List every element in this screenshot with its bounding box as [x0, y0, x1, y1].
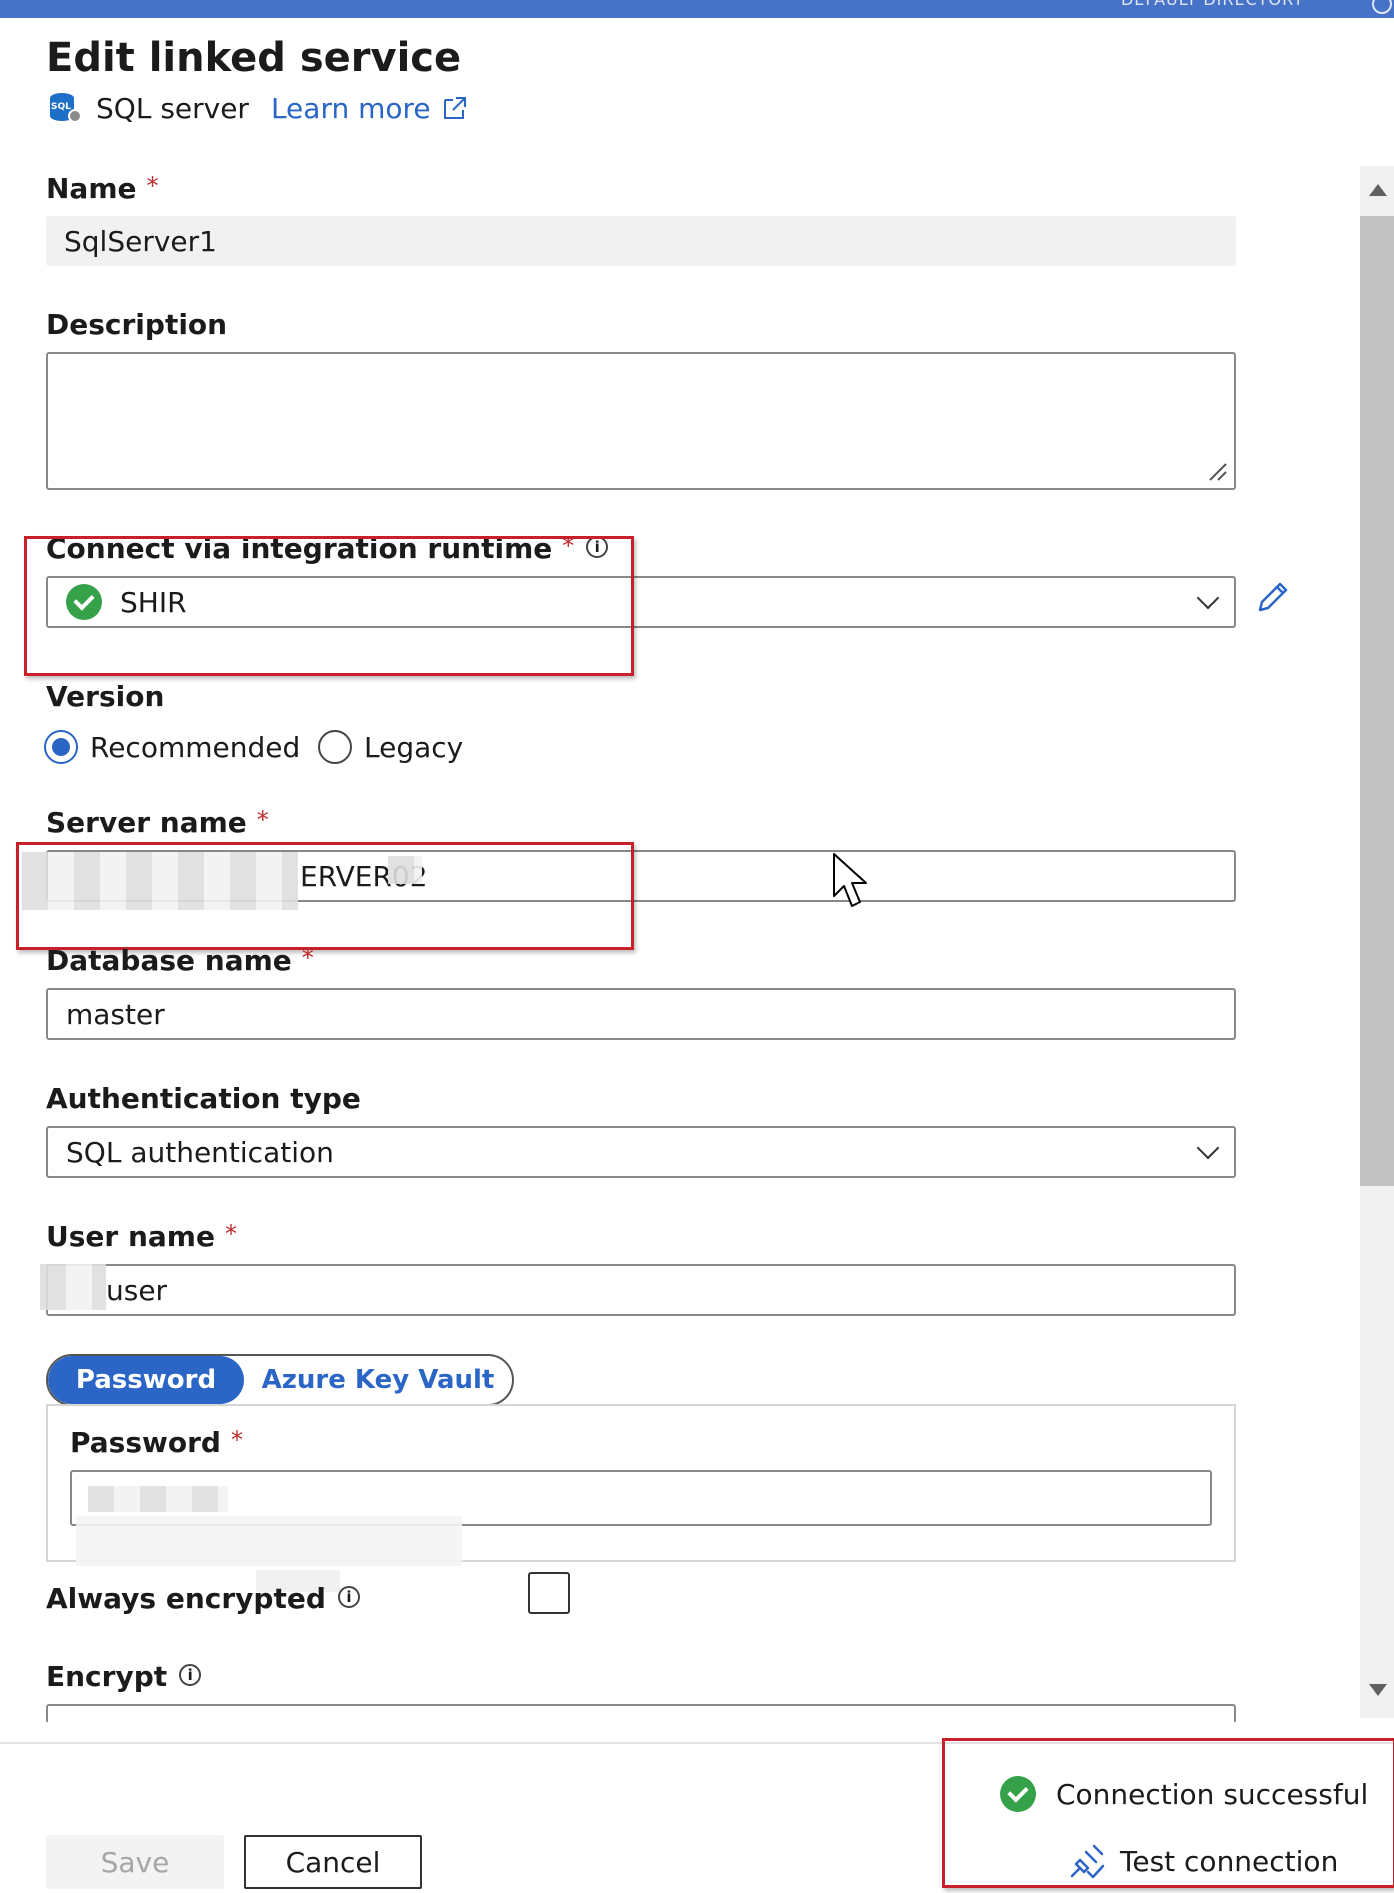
chevron-down-icon	[1196, 1136, 1220, 1160]
service-type-label: SQL server	[96, 91, 249, 125]
radio-recommended[interactable]: Recommended	[44, 730, 300, 764]
learn-more-label: Learn more	[270, 91, 431, 125]
highlight-server-name	[16, 842, 634, 950]
learn-more-link[interactable]: Learn more	[271, 92, 469, 125]
user-name-value: user	[106, 1273, 168, 1307]
user-name-label: User name *	[46, 1220, 237, 1253]
authentication-type-label: Authentication type	[46, 1082, 361, 1115]
database-name-input[interactable]: master	[46, 988, 1236, 1040]
always-encrypted-checkbox[interactable]	[528, 1572, 570, 1614]
scroll-up-icon[interactable]	[1369, 184, 1387, 196]
chevron-down-icon	[1196, 586, 1220, 610]
account-icon	[1372, 0, 1392, 14]
external-link-icon	[443, 97, 466, 119]
cancel-button[interactable]: Cancel	[244, 1835, 422, 1889]
redacted-area	[88, 1486, 228, 1512]
authentication-type-select[interactable]: SQL authentication	[46, 1126, 1236, 1178]
credential-type-toggle: Password Azure Key Vault	[46, 1354, 514, 1406]
name-value: SqlServer1	[64, 224, 217, 258]
encrypt-select[interactable]	[46, 1704, 1236, 1722]
radio-indicator	[318, 730, 352, 764]
name-label: Name *	[46, 172, 159, 205]
scroll-down-icon[interactable]	[1369, 1684, 1387, 1696]
info-icon[interactable]: i	[179, 1664, 202, 1686]
tab-password[interactable]: Password	[48, 1356, 244, 1404]
service-type-row: SQL SQL server Learn more	[48, 88, 469, 128]
authentication-type-value: SQL authentication	[66, 1135, 334, 1169]
description-textarea[interactable]	[46, 352, 1236, 490]
resize-grip-icon[interactable]	[1204, 458, 1228, 482]
tab-azure-key-vault[interactable]: Azure Key Vault	[244, 1356, 512, 1404]
highlight-connection-result	[942, 1738, 1394, 1888]
always-encrypted-label: Always encrypted i	[46, 1582, 360, 1616]
user-name-input[interactable]: user	[46, 1264, 1236, 1316]
redacted-area	[76, 1516, 462, 1566]
save-button[interactable]: Save	[46, 1835, 224, 1889]
cursor-icon	[833, 853, 867, 907]
database-name-value: master	[66, 997, 165, 1031]
info-icon[interactable]: i	[337, 1586, 360, 1608]
scrollbar-thumb[interactable]	[1360, 216, 1394, 1186]
page-title: Edit linked service	[46, 35, 462, 81]
pencil-icon[interactable]	[1252, 578, 1292, 618]
top-bar: DEFAULT DIRECTORY	[0, 0, 1394, 18]
redacted-area	[40, 1264, 106, 1310]
password-label: Password *	[70, 1426, 243, 1459]
name-field[interactable]: SqlServer1	[46, 216, 1236, 266]
radio-legacy[interactable]: Legacy	[318, 730, 463, 764]
directory-label: DEFAULT DIRECTORY	[1121, 0, 1304, 9]
highlight-integration-runtime	[24, 536, 634, 676]
server-name-label: Server name *	[46, 806, 269, 839]
radio-selected-indicator	[44, 730, 78, 764]
sql-server-icon: SQL	[48, 91, 82, 125]
version-label: Version	[46, 680, 165, 713]
encrypt-label: Encrypt i	[46, 1660, 202, 1694]
description-label: Description	[46, 308, 228, 341]
database-name-label: Database name *	[46, 944, 314, 977]
